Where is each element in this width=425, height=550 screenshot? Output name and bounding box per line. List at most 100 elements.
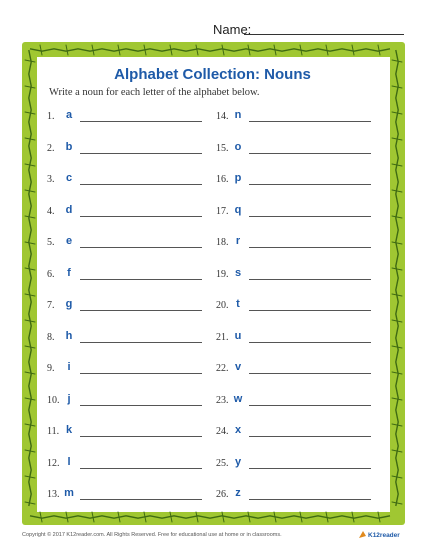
copyright-footer: Copyright © 2017 K12reader.com. All Righ… xyxy=(22,532,282,538)
item-letter: b xyxy=(65,140,73,153)
answer-item: 12. l xyxy=(47,455,207,474)
answer-blank[interactable] xyxy=(80,310,202,311)
item-letter: q xyxy=(234,203,242,216)
item-number: 22. xyxy=(216,363,229,374)
item-number: 10. xyxy=(47,394,60,406)
name-blank-line[interactable] xyxy=(244,34,404,35)
answer-item: 13. m xyxy=(47,487,207,505)
answer-blank[interactable] xyxy=(249,467,371,469)
item-number: 15. xyxy=(216,142,229,154)
answer-blank[interactable] xyxy=(80,436,202,437)
item-letter: d xyxy=(65,203,73,216)
answer-blank[interactable] xyxy=(249,310,371,311)
answer-item: 7. g xyxy=(47,298,207,316)
item-letter: e xyxy=(65,235,73,247)
item-letter: h xyxy=(65,329,73,342)
k12reader-logo: K12reader xyxy=(359,531,400,539)
answer-blank[interactable] xyxy=(249,373,371,374)
answer-item: 21. u xyxy=(216,329,376,348)
answer-blank[interactable] xyxy=(80,184,202,185)
item-number: 12. xyxy=(47,457,60,469)
answer-blank[interactable] xyxy=(249,152,371,154)
item-number: 11. xyxy=(47,426,60,437)
item-letter: w xyxy=(233,392,243,405)
item-letter: y xyxy=(234,455,242,468)
answer-blank[interactable] xyxy=(80,215,202,217)
item-number: 18. xyxy=(216,237,229,248)
answer-item: 10. j xyxy=(47,392,207,411)
answer-blank[interactable] xyxy=(249,121,371,122)
item-letter: a xyxy=(65,109,73,121)
answer-blank[interactable] xyxy=(249,499,371,500)
answer-blank[interactable] xyxy=(249,404,371,406)
answer-item: 18. r xyxy=(216,235,376,253)
answer-item: 8. h xyxy=(47,329,207,348)
answer-blank[interactable] xyxy=(249,341,371,343)
item-letter: v xyxy=(234,361,242,373)
answer-blank[interactable] xyxy=(80,278,202,280)
answer-item: 24. x xyxy=(216,424,376,442)
item-letter: c xyxy=(65,172,73,184)
item-number: 6. xyxy=(47,268,55,280)
answer-blank[interactable] xyxy=(80,152,202,154)
logo-text: K12reader xyxy=(368,532,400,539)
item-letter: m xyxy=(64,487,74,499)
answer-blank[interactable] xyxy=(249,247,371,248)
item-number: 23. xyxy=(216,394,229,406)
item-letter: k xyxy=(65,424,73,436)
item-number: 24. xyxy=(216,426,229,437)
worksheet-title: Alphabet Collection: Nouns xyxy=(114,66,311,83)
answer-blank[interactable] xyxy=(80,404,202,406)
answer-item: 25. y xyxy=(216,455,376,474)
answer-blank[interactable] xyxy=(249,184,371,185)
item-number: 17. xyxy=(216,205,229,217)
item-letter: o xyxy=(234,140,242,153)
item-letter: j xyxy=(67,392,71,405)
item-letter: r xyxy=(235,235,241,247)
item-letter: f xyxy=(67,266,71,279)
item-number: 8. xyxy=(47,331,55,343)
answer-item: 9. i xyxy=(47,361,207,379)
item-letter: z xyxy=(235,487,241,499)
answer-blank[interactable] xyxy=(249,278,371,280)
answer-item: 1. a xyxy=(47,109,207,127)
answer-item: 3. c xyxy=(47,172,207,190)
item-letter: g xyxy=(65,298,73,310)
answer-blank[interactable] xyxy=(249,436,371,437)
answer-blank[interactable] xyxy=(80,467,202,469)
item-number: 1. xyxy=(47,111,55,122)
item-number: 7. xyxy=(47,300,55,311)
item-number: 5. xyxy=(47,237,55,248)
answer-item: 17. q xyxy=(216,203,376,222)
answer-item: 16. p xyxy=(216,172,376,190)
answer-blank[interactable] xyxy=(80,341,202,343)
answer-item: 5. e xyxy=(47,235,207,253)
answer-blank[interactable] xyxy=(80,373,202,374)
answer-item: 15. o xyxy=(216,140,376,159)
worksheet-instructions: Write a noun for each letter of the alph… xyxy=(49,87,260,98)
item-number: 25. xyxy=(216,457,229,469)
item-number: 16. xyxy=(216,174,229,185)
answer-item: 19. s xyxy=(216,266,376,285)
item-number: 13. xyxy=(47,489,60,500)
item-letter: n xyxy=(234,109,242,121)
item-number: 9. xyxy=(47,363,55,374)
answer-item: 14. n xyxy=(216,109,376,127)
answer-item: 2. b xyxy=(47,140,207,159)
answer-blank[interactable] xyxy=(80,247,202,248)
item-number: 26. xyxy=(216,489,229,500)
item-letter: t xyxy=(236,298,240,310)
item-letter: l xyxy=(67,455,71,468)
item-letter: i xyxy=(67,361,71,373)
answer-item: 22. v xyxy=(216,361,376,379)
item-letter: s xyxy=(234,266,242,279)
answer-item: 11. k xyxy=(47,424,207,442)
answer-blank[interactable] xyxy=(80,121,202,122)
answer-item: 23. w xyxy=(216,392,376,411)
item-letter: u xyxy=(234,329,242,342)
item-number: 19. xyxy=(216,268,229,280)
answer-blank[interactable] xyxy=(80,499,202,500)
answer-blank[interactable] xyxy=(249,215,371,217)
item-number: 14. xyxy=(216,111,229,122)
item-letter: p xyxy=(234,172,242,184)
